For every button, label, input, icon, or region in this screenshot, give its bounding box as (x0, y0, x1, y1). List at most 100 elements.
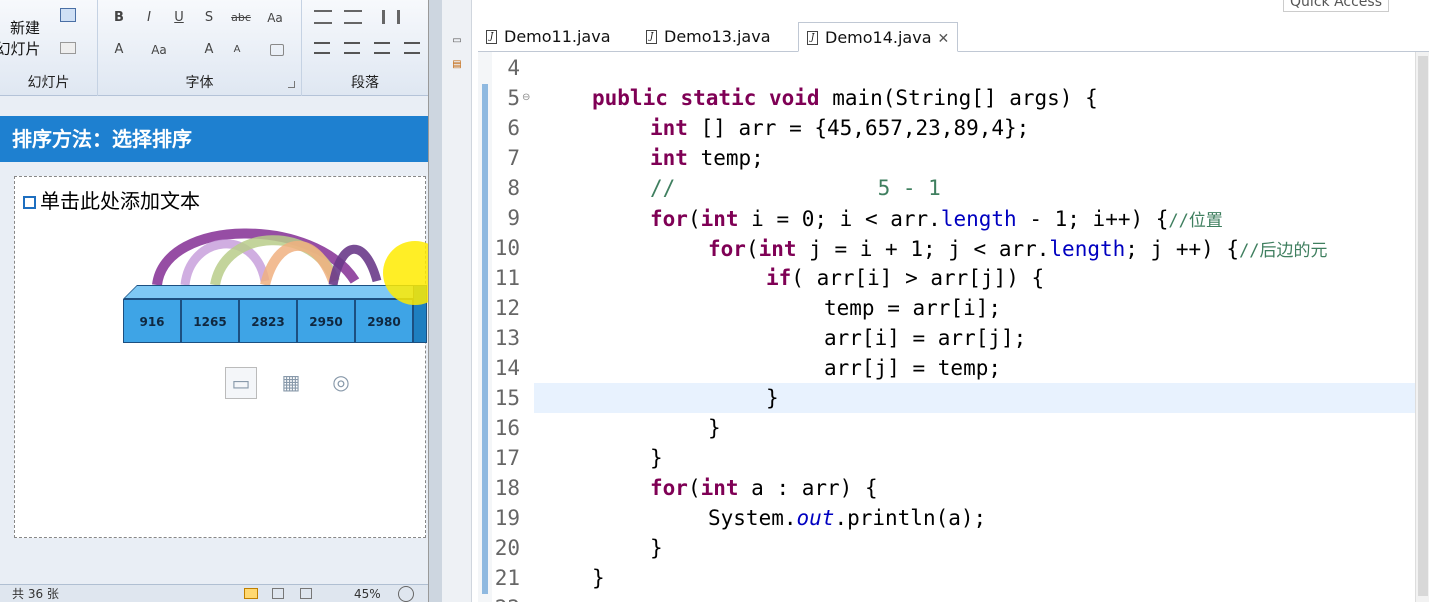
group-label-paragraph: 段落 (351, 75, 379, 91)
code-line-8: // 5 - 1 (650, 176, 941, 200)
line-number: 8 (507, 176, 520, 200)
clear-format-icon[interactable] (270, 44, 284, 56)
font-color-button[interactable]: A (108, 40, 130, 60)
line-number: 10 (494, 236, 520, 260)
char-spacing-button[interactable]: Aa (144, 40, 174, 60)
code-text: [] arr = {45,657,23,89,4}; (687, 116, 1030, 140)
code-line-11: if( arr[i] > arr[j]) { (766, 266, 1044, 290)
code-line-16: } (708, 416, 721, 440)
array-top-face (123, 285, 427, 299)
code-line-12: temp = arr[i]; (824, 296, 1002, 320)
code-text: .println(a); (834, 506, 987, 530)
close-tab-icon[interactable]: ✕ (938, 24, 950, 54)
line-number: 13 (494, 326, 520, 350)
insert-media-icon[interactable]: ◎ (325, 367, 357, 399)
new-slide-button[interactable]: 新建 幻灯片 (0, 18, 50, 60)
keyword: int (650, 116, 688, 140)
insert-picture-icon[interactable]: ▭ (225, 367, 257, 399)
line-number: 20 (494, 536, 520, 560)
code-line-13: arr[i] = arr[j]; (824, 326, 1027, 350)
line-number: 14 (494, 356, 520, 380)
restore-icon[interactable]: ▭ (449, 34, 465, 48)
line-number: 6 (507, 116, 520, 140)
group-label-slides: 幻灯片 (27, 75, 70, 91)
new-slide-label-1: 新建 (9, 19, 40, 37)
section-icon[interactable] (60, 42, 76, 54)
numbering-icon[interactable] (344, 10, 362, 24)
code-text: ( (745, 237, 759, 261)
line-number: 19 (494, 506, 520, 530)
underline-button[interactable]: U (168, 8, 190, 28)
columns-icon[interactable] (382, 10, 400, 24)
tab-label: Demo14.java (825, 28, 932, 47)
code-text: ( (687, 476, 701, 500)
quick-access-field[interactable]: Quick Access (1283, 0, 1389, 12)
code-text: ( (687, 207, 701, 231)
italic-button[interactable]: I (138, 8, 160, 28)
code-line-10: for(int j = i + 1; j < arr.length; j ++)… (708, 236, 1328, 261)
java-file-icon: J (646, 30, 657, 44)
reading-view-icon[interactable] (300, 588, 312, 599)
bold-button[interactable]: B (108, 8, 130, 28)
slide-canvas[interactable]: 单击此处添加文本 916 1265 2823 2950 2980 ▭ ▦ ◎ (14, 176, 428, 538)
tab-label: Demo13.java (664, 27, 771, 46)
insert-smartart-icon[interactable]: ▦ (275, 367, 307, 399)
eclipse-window: ▭ ▤ Quick Access J Demo11.java J Demo13.… (442, 0, 1429, 602)
keyword: for (650, 476, 688, 500)
outline-icon[interactable]: ▤ (449, 58, 465, 72)
normal-view-icon[interactable] (244, 588, 258, 599)
code-line-9: for(int i = 0; i < arr.length - 1; i++) … (650, 206, 1223, 231)
shrink-font-button[interactable]: A (226, 40, 248, 60)
align-center-icon[interactable] (344, 42, 360, 54)
scrollbar-thumb[interactable] (1418, 56, 1428, 596)
line-number: 18 (494, 476, 520, 500)
code-line-6: int [] arr = {45,657,23,89,4}; (650, 116, 1029, 140)
tab-demo14[interactable]: J Demo14.java ✕ (798, 22, 958, 52)
line-number: 21 (494, 566, 520, 590)
fold-toggle-icon[interactable]: ⊖ (522, 92, 530, 103)
code-text: a : arr) { (738, 476, 878, 500)
editor-side-strip: ▭ ▤ (442, 0, 472, 602)
code-text: ; j ++) { (1125, 237, 1240, 261)
justify-icon[interactable] (404, 42, 420, 54)
array-cell: 2980 (355, 299, 413, 343)
align-left-icon[interactable] (314, 42, 330, 54)
code-line-7: int temp; (650, 146, 764, 170)
ribbon: 新建 幻灯片 幻灯片 B I U S abc Aa A Aa A A 字体 段落 (0, 0, 428, 96)
comment: //位置 (1168, 211, 1223, 231)
comment: //后边的元 (1239, 241, 1328, 261)
keyword: int (758, 237, 797, 261)
code-text: ( arr[i] > arr[j]) { (791, 266, 1045, 290)
change-case-button[interactable]: Aa (260, 8, 290, 28)
editor-tabs: J Demo11.java J Demo13.java J Demo14.jav… (478, 20, 1429, 52)
line-number: 11 (494, 266, 520, 290)
array-cell: 2950 (297, 299, 355, 343)
code-editor[interactable]: 4 5 ⊖ 6 7 8 9 10 11 12 13 14 15 16 17 18… (478, 52, 1429, 602)
line-number: 17 (494, 446, 520, 470)
code-text: temp; (687, 146, 764, 170)
tab-demo11[interactable]: J Demo11.java (478, 22, 638, 52)
bullets-icon[interactable] (314, 10, 332, 24)
vertical-scrollbar[interactable] (1415, 52, 1429, 602)
strikethrough-button[interactable]: abc (226, 8, 256, 28)
keyword: int (650, 146, 688, 170)
grow-font-button[interactable]: A (198, 40, 220, 60)
line-number: 4 (507, 56, 520, 80)
layout-icon[interactable] (60, 8, 76, 22)
font-dialog-launcher-icon[interactable] (288, 81, 295, 88)
align-right-icon[interactable] (374, 42, 390, 54)
code-line-19: System.out.println(a); (708, 506, 986, 530)
array-cell: 1265 (181, 299, 239, 343)
tab-demo13[interactable]: J Demo13.java (638, 22, 798, 52)
zoom-out-icon[interactable] (398, 586, 414, 602)
window-divider[interactable] (428, 0, 442, 602)
zoom-level[interactable]: 45% (354, 585, 381, 602)
code-line-21: } (592, 566, 605, 590)
keyword: for (708, 237, 746, 261)
line-number: 16 (494, 416, 520, 440)
sorter-view-icon[interactable] (272, 588, 284, 599)
ribbon-group-paragraph: 段落 (302, 0, 428, 96)
shadow-button[interactable]: S (198, 8, 220, 28)
array-cell: 916 (123, 299, 181, 343)
group-label-font: 字体 (185, 75, 214, 91)
